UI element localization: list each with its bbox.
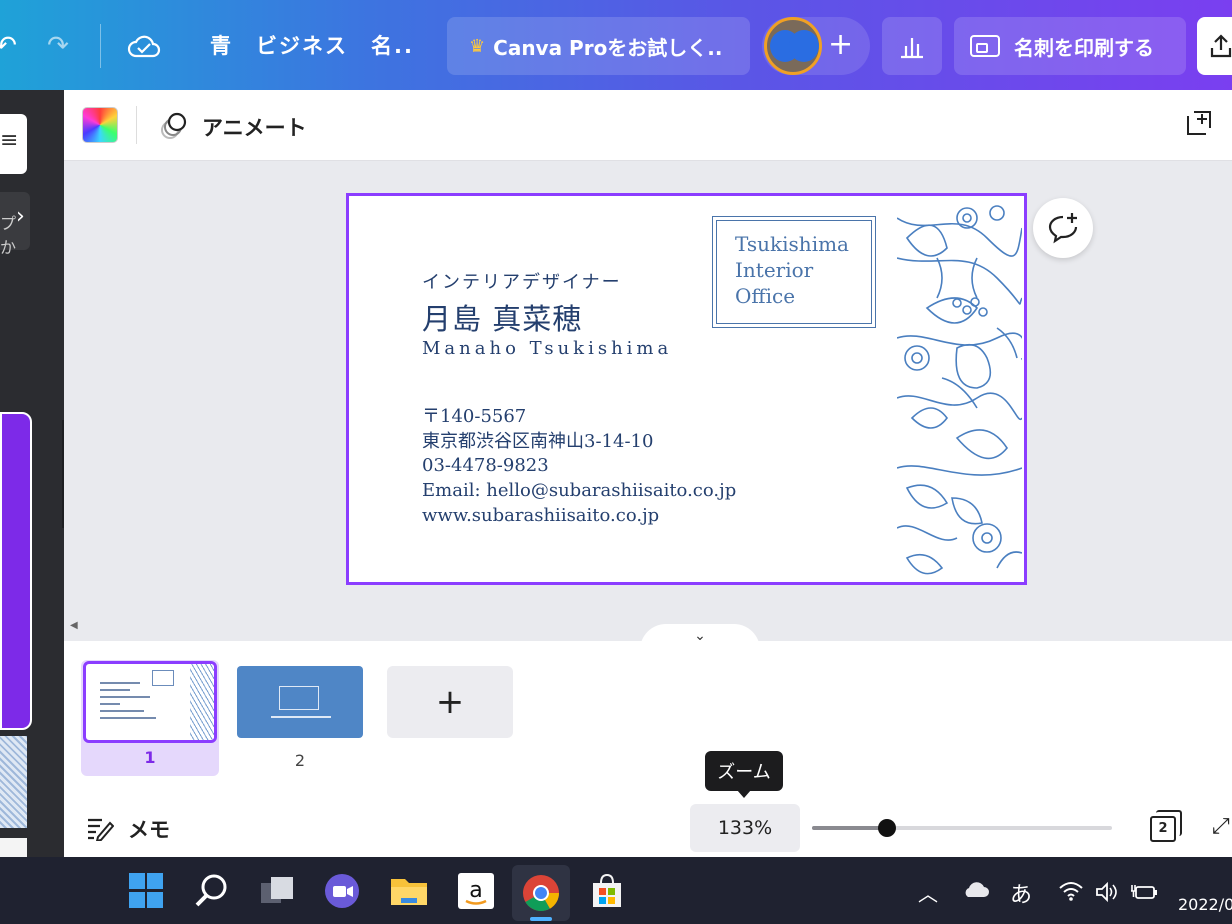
upload-icon	[1210, 34, 1232, 58]
pattern-template-preview[interactable]	[0, 736, 27, 828]
card-name[interactable]: 月島 真菜穂	[422, 296, 582, 338]
side-panel-nav-button[interactable]: プか ›	[0, 192, 30, 257]
wifi-icon[interactable]	[1058, 880, 1084, 902]
notes-label[interactable]: メモ	[128, 814, 170, 844]
chat-icon[interactable]	[322, 871, 362, 911]
chrome-taskbar-button[interactable]	[512, 865, 570, 921]
editor-toolbar: アニメート	[64, 90, 1232, 161]
onedrive-cloud-icon[interactable]	[962, 880, 990, 900]
share-button[interactable]	[1197, 17, 1232, 75]
page-thumbnail-1-image[interactable]	[83, 661, 217, 743]
canva-editor-screen: ↶ ↷ 青 ビジネス 名.. ♛ Canva Proをお試しく.. + 名刺を印…	[0, 0, 1232, 924]
fullscreen-icon[interactable]: ⤢	[1212, 814, 1230, 839]
left-side-panel: プか ›	[0, 90, 64, 857]
logo-line-2: Interior	[735, 258, 814, 282]
add-comment-button[interactable]	[1033, 198, 1093, 258]
windows-start-icon[interactable]	[127, 871, 167, 911]
animate-label[interactable]: アニメート	[202, 112, 307, 142]
template-preview[interactable]	[0, 838, 27, 857]
card-logo-text: Tsukishima Interior Office	[735, 231, 849, 309]
svg-text:a: a	[469, 878, 482, 903]
zoom-slider-handle[interactable]	[878, 819, 896, 837]
logo-line-3: Office	[735, 284, 796, 308]
comment-add-icon	[1048, 213, 1078, 244]
volume-icon[interactable]	[1094, 881, 1118, 903]
thumbnail-2-logo	[279, 686, 319, 710]
logo-line-1: Tsukishima	[735, 232, 849, 256]
task-view-icon[interactable]	[257, 871, 297, 911]
bar-chart-icon	[901, 38, 923, 59]
floral-pattern-graphic[interactable]	[897, 198, 1022, 580]
card-website[interactable]: www.subarashiisaito.co.jp	[422, 505, 659, 526]
print-business-card-label: 名刺を印刷する	[1014, 35, 1154, 60]
page-count-value: 2	[1150, 816, 1176, 842]
color-picker-button[interactable]	[82, 107, 118, 143]
active-app-indicator	[530, 917, 552, 921]
selected-template-preview[interactable]	[0, 412, 32, 730]
card-zip[interactable]: 〒140-5567	[422, 402, 526, 428]
card-tel[interactable]: 03-4478-9823	[422, 455, 549, 476]
zoom-tooltip: ズーム	[705, 751, 783, 798]
add-collaborator-button[interactable]: +	[828, 27, 853, 63]
adjust-filter-button[interactable]	[0, 114, 27, 174]
page-count-button[interactable]: 2	[1148, 810, 1182, 844]
microsoft-store-icon[interactable]	[587, 871, 627, 911]
cloud-saved-icon[interactable]	[124, 26, 164, 66]
search-icon[interactable]	[192, 871, 232, 911]
page-thumbnail-2[interactable]	[237, 666, 363, 738]
avatar[interactable]	[764, 17, 822, 75]
topbar-divider	[100, 24, 101, 68]
page-number-2: 2	[294, 751, 306, 770]
chevron-right-icon: ›	[16, 204, 25, 229]
insights-button[interactable]	[882, 17, 942, 75]
page-thumbnails-strip: 1 2 +	[64, 641, 1232, 857]
canva-pro-trial-button[interactable]: ♛ Canva Proをお試しく..	[447, 17, 750, 75]
page-thumbnail-1[interactable]: 1	[81, 660, 219, 776]
battery-charging-icon[interactable]	[1130, 881, 1158, 903]
zoom-slider[interactable]	[812, 819, 1112, 837]
file-explorer-icon[interactable]	[389, 871, 429, 911]
zoom-slider-fill	[812, 826, 887, 830]
canva-pro-trial-label: Canva Proをお試しく..	[493, 35, 723, 60]
page-number-1: 1	[144, 748, 156, 767]
show-hidden-icons-chevron-icon[interactable]: ︿	[918, 878, 938, 907]
animate-icon[interactable]	[158, 110, 190, 142]
ime-mode-indicator[interactable]: あ	[1010, 877, 1032, 909]
card-logo-frame[interactable]: Tsukishima Interior Office	[712, 216, 876, 328]
business-card-page[interactable]: インテリアデザイナー 月島 真菜穂 Manaho Tsukishima 〒140…	[352, 198, 1022, 580]
thumbnail-2-url-line	[271, 716, 331, 718]
card-address[interactable]: 東京都渋谷区南神山3-14-10	[422, 427, 653, 453]
top-bar: ↶ ↷ 青 ビジネス 名.. ♛ Canva Proをお試しく.. + 名刺を印…	[0, 0, 1232, 90]
add-page-button[interactable]: +	[387, 666, 513, 738]
card-romanized-name[interactable]: Manaho Tsukishima	[422, 338, 672, 359]
windows-taskbar: a	[0, 857, 1232, 924]
notes-icon[interactable]	[86, 815, 114, 841]
zoom-percentage-button[interactable]: 133%	[690, 804, 800, 852]
collaborators-group[interactable]: +	[762, 17, 870, 75]
card-email[interactable]: Email: hello@subarashiisaito.co.jp	[422, 480, 736, 501]
redo-icon[interactable]: ↷	[38, 26, 78, 66]
card-role[interactable]: インテリアデザイナー	[422, 268, 622, 294]
print-business-card-button[interactable]: 名刺を印刷する	[954, 17, 1186, 75]
business-card-icon	[970, 35, 1000, 57]
taskbar-date[interactable]: 2022/0	[1178, 895, 1232, 914]
toolbar-divider	[136, 106, 137, 144]
chrome-icon	[523, 875, 559, 912]
undo-icon[interactable]: ↶	[0, 26, 26, 66]
document-title[interactable]: 青 ビジネス 名..	[210, 30, 414, 60]
add-page-icon[interactable]	[1184, 108, 1214, 138]
scroll-left-arrow[interactable]: ◀	[70, 620, 78, 631]
amazon-icon[interactable]: a	[456, 871, 496, 911]
crown-icon: ♛	[469, 35, 486, 57]
side-panel-partial-label: プか	[0, 214, 17, 257]
